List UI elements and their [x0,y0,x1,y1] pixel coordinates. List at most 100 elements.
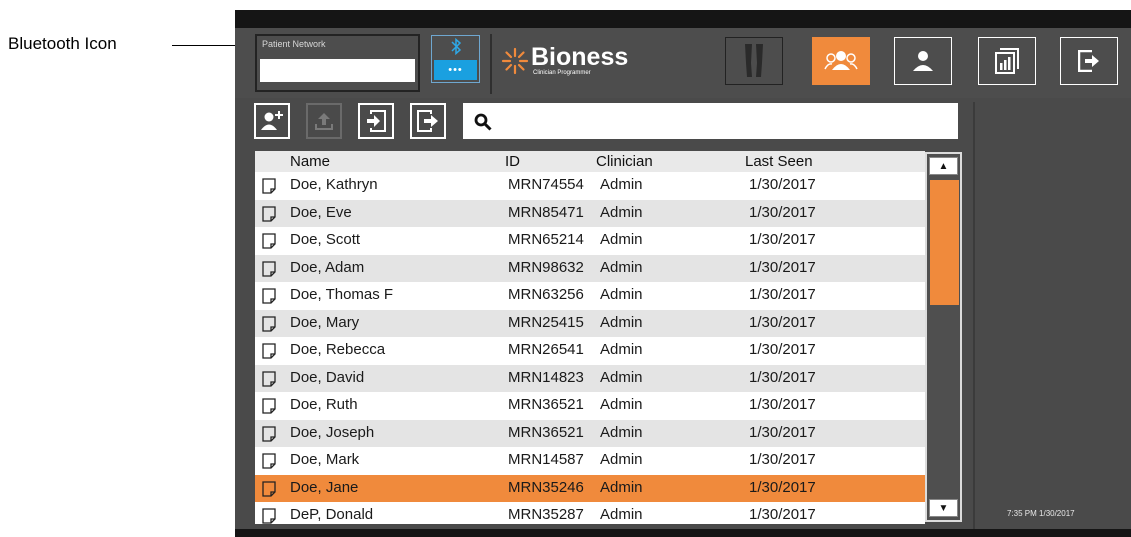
cell-last-seen: 1/30/2017 [749,286,816,303]
cell-name: DeP, Donald [290,506,374,523]
chevron-down-icon: ▼ [938,502,949,514]
bluetooth-status-dots: ••• [434,60,477,80]
add-patient-button[interactable] [254,103,290,139]
cell-name: Doe, Rebecca [290,341,386,358]
column-header-id[interactable]: ID [505,153,520,170]
table-row[interactable]: Doe, Thomas F MRN63256 Admin 1/30/2017 [255,282,925,310]
cell-name: Doe, Jane [290,478,359,496]
cell-id: MRN36521 [508,423,584,441]
patient-network-label: Patient Network [262,39,326,49]
cell-id: MRN85471 [508,203,584,221]
cell-last-seen: 1/30/2017 [749,423,816,441]
cell-name: Doe, Joseph [290,423,375,441]
search-icon [474,113,492,131]
note-icon [262,508,276,524]
cell-id: MRN65214 [508,231,584,248]
cell-last-seen: 1/30/2017 [749,368,816,386]
import-button[interactable] [358,103,394,139]
patient-table: Name ID Clinician Last Seen Doe, Kathryn… [255,151,967,524]
user-icon [913,51,933,71]
upload-icon [315,113,333,130]
note-icon [262,288,276,304]
table-row[interactable]: Doe, Joseph MRN36521 Admin 1/30/2017 [255,419,925,447]
cell-clinician: Admin [600,396,643,413]
exit-button[interactable] [1060,37,1118,85]
note-icon [262,315,276,332]
cell-clinician: Admin [600,368,643,386]
cell-name: Doe, Kathryn [290,176,378,193]
patients-button[interactable] [812,37,870,85]
table-row[interactable]: Doe, Eve MRN85471 Admin 1/30/2017 [255,199,925,227]
table-scrollbar[interactable]: ▲ ▼ [925,152,962,522]
scroll-up-button[interactable]: ▲ [929,157,958,175]
top-bar [235,10,1131,28]
user-button[interactable] [894,37,952,85]
cell-name: Doe, Scott [290,231,361,248]
table-row[interactable]: Doe, Rebecca MRN26541 Admin 1/30/2017 [255,337,925,365]
cell-last-seen: 1/30/2017 [749,478,816,496]
logo-subtitle: Clinician Programmer [533,70,591,76]
export-button[interactable] [410,103,446,139]
cell-id: MRN35246 [508,478,584,496]
cell-last-seen: 1/30/2017 [749,506,816,523]
cell-last-seen: 1/30/2017 [749,313,816,331]
cell-clinician: Admin [600,203,643,221]
note-icon [262,343,276,359]
cell-id: MRN14823 [508,368,584,386]
cell-last-seen: 1/30/2017 [749,396,816,413]
note-icon [262,260,276,277]
bluetooth-button[interactable]: ••• [431,35,480,83]
table-row[interactable]: Doe, Adam MRN98632 Admin 1/30/2017 [255,254,925,282]
cell-clinician: Admin [600,313,643,331]
scroll-thumb[interactable] [930,180,959,305]
table-row[interactable]: Doe, Ruth MRN36521 Admin 1/30/2017 [255,392,925,420]
cell-id: MRN98632 [508,258,584,276]
reports-button[interactable] [978,37,1036,85]
table-row[interactable]: Doe, Scott MRN65214 Admin 1/30/2017 [255,227,925,255]
cell-id: MRN14587 [508,451,584,468]
right-panel [973,102,1131,537]
cell-last-seen: 1/30/2017 [749,341,816,358]
cell-clinician: Admin [600,341,643,358]
cell-clinician: Admin [600,451,643,468]
table-row[interactable]: Doe, Mark MRN14587 Admin 1/30/2017 [255,447,925,475]
cell-id: MRN63256 [508,286,584,303]
note-icon [262,370,276,387]
bluetooth-icon [432,37,479,58]
cell-clinician: Admin [600,176,643,193]
note-icon [262,205,276,222]
exit-icon [1078,50,1099,72]
cell-name: Doe, Mark [290,451,360,468]
cell-clinician: Admin [600,231,643,248]
legs-button[interactable] [725,37,783,85]
cell-id: MRN36521 [508,396,584,413]
column-header-last-seen[interactable]: Last Seen [745,153,813,170]
cell-id: MRN74554 [508,176,584,193]
column-header-name[interactable]: Name [290,153,330,170]
app-window: Patient Network ••• Bioness Clinician Pr… [235,10,1131,537]
note-icon [262,233,276,249]
cell-id: MRN25415 [508,313,584,331]
chevron-up-icon: ▲ [938,160,949,172]
logo-name: Bioness [531,43,629,71]
cell-name: Doe, Ruth [290,396,358,413]
table-row[interactable]: Doe, Jane MRN35246 Admin 1/30/2017 [255,474,925,502]
add-patient-icon [261,111,283,130]
table-row[interactable]: Doe, Kathryn MRN74554 Admin 1/30/2017 [255,172,925,200]
cell-name: Doe, Mary [290,313,360,331]
column-header-clinician[interactable]: Clinician [596,153,653,170]
logo-sunburst-icon [501,47,529,75]
search-input[interactable] [463,103,958,139]
note-icon [262,425,276,442]
table-row[interactable]: DeP, Donald MRN35287 Admin 1/30/2017 [255,502,925,524]
report-icon [995,48,1019,74]
table-row[interactable]: Doe, David MRN14823 Admin 1/30/2017 [255,364,925,392]
cell-name: Doe, Adam [290,258,365,276]
table-row[interactable]: Doe, Mary MRN25415 Admin 1/30/2017 [255,309,925,337]
cell-id: MRN35287 [508,506,584,523]
scroll-down-button[interactable]: ▼ [929,499,958,517]
patient-toolbar [252,103,968,143]
note-icon [262,398,276,414]
upload-button[interactable] [306,103,342,139]
patient-network-field[interactable] [260,59,415,82]
